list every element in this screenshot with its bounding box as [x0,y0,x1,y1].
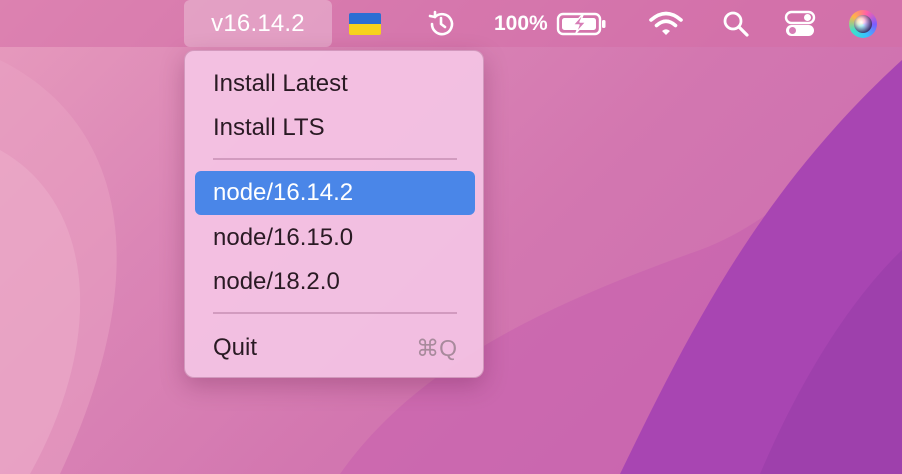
wifi-icon[interactable] [648,0,684,47]
menu-item-quit[interactable]: Quit ⌘Q [195,326,475,370]
flag-stripe-blue [349,12,381,24]
menu-item-label: node/18.2.0 [213,268,340,295]
menu-item-node-16-15-0[interactable]: node/16.15.0 [195,216,475,260]
battery-charging-icon [556,12,606,35]
menu-separator [213,312,457,314]
desktop: v16.14.2 100% Install Latest Install LTS… [0,0,902,474]
flag-graphic [349,12,381,35]
quit-shortcut: ⌘Q [416,334,457,361]
siri-icon[interactable] [846,0,880,47]
node-version-dropdown-menu: Install Latest Install LTS node/16.14.2 … [184,50,484,378]
menu-separator [213,158,457,160]
clock-history-icon[interactable] [424,0,458,47]
battery-status[interactable]: 100% [494,0,618,47]
menu-item-install-lts[interactable]: Install LTS [195,106,475,150]
ukraine-flag-icon[interactable] [348,0,382,47]
control-center-icon-graphic [784,10,816,36]
menu-item-label: node/16.14.2 [213,179,354,206]
flag-stripe-yellow [349,23,381,35]
control-center-icon[interactable] [782,0,818,47]
search-icon[interactable] [720,0,752,47]
menu-item-node-18-2-0[interactable]: node/18.2.0 [195,260,475,304]
node-version-label: v16.14.2 [211,9,305,37]
menu-item-install-latest[interactable]: Install Latest [195,62,475,106]
node-version-menu-button[interactable]: v16.14.2 [184,0,332,47]
wifi-icon-graphic [649,11,683,35]
menu-item-label: Quit [213,334,258,361]
menu-item-label: Install Latest [213,70,348,97]
siri-orb [849,9,877,38]
clock-history-icon-graphic [428,10,454,35]
menu-item-label: Install LTS [213,114,325,141]
menu-item-node-16-14-2[interactable]: node/16.14.2 [195,171,475,215]
menu-item-label: node/16.15.0 [213,224,354,251]
battery-percent: 100% [494,11,548,35]
search-icon-graphic [723,11,749,37]
menu-bar: v16.14.2 100% [0,0,902,47]
